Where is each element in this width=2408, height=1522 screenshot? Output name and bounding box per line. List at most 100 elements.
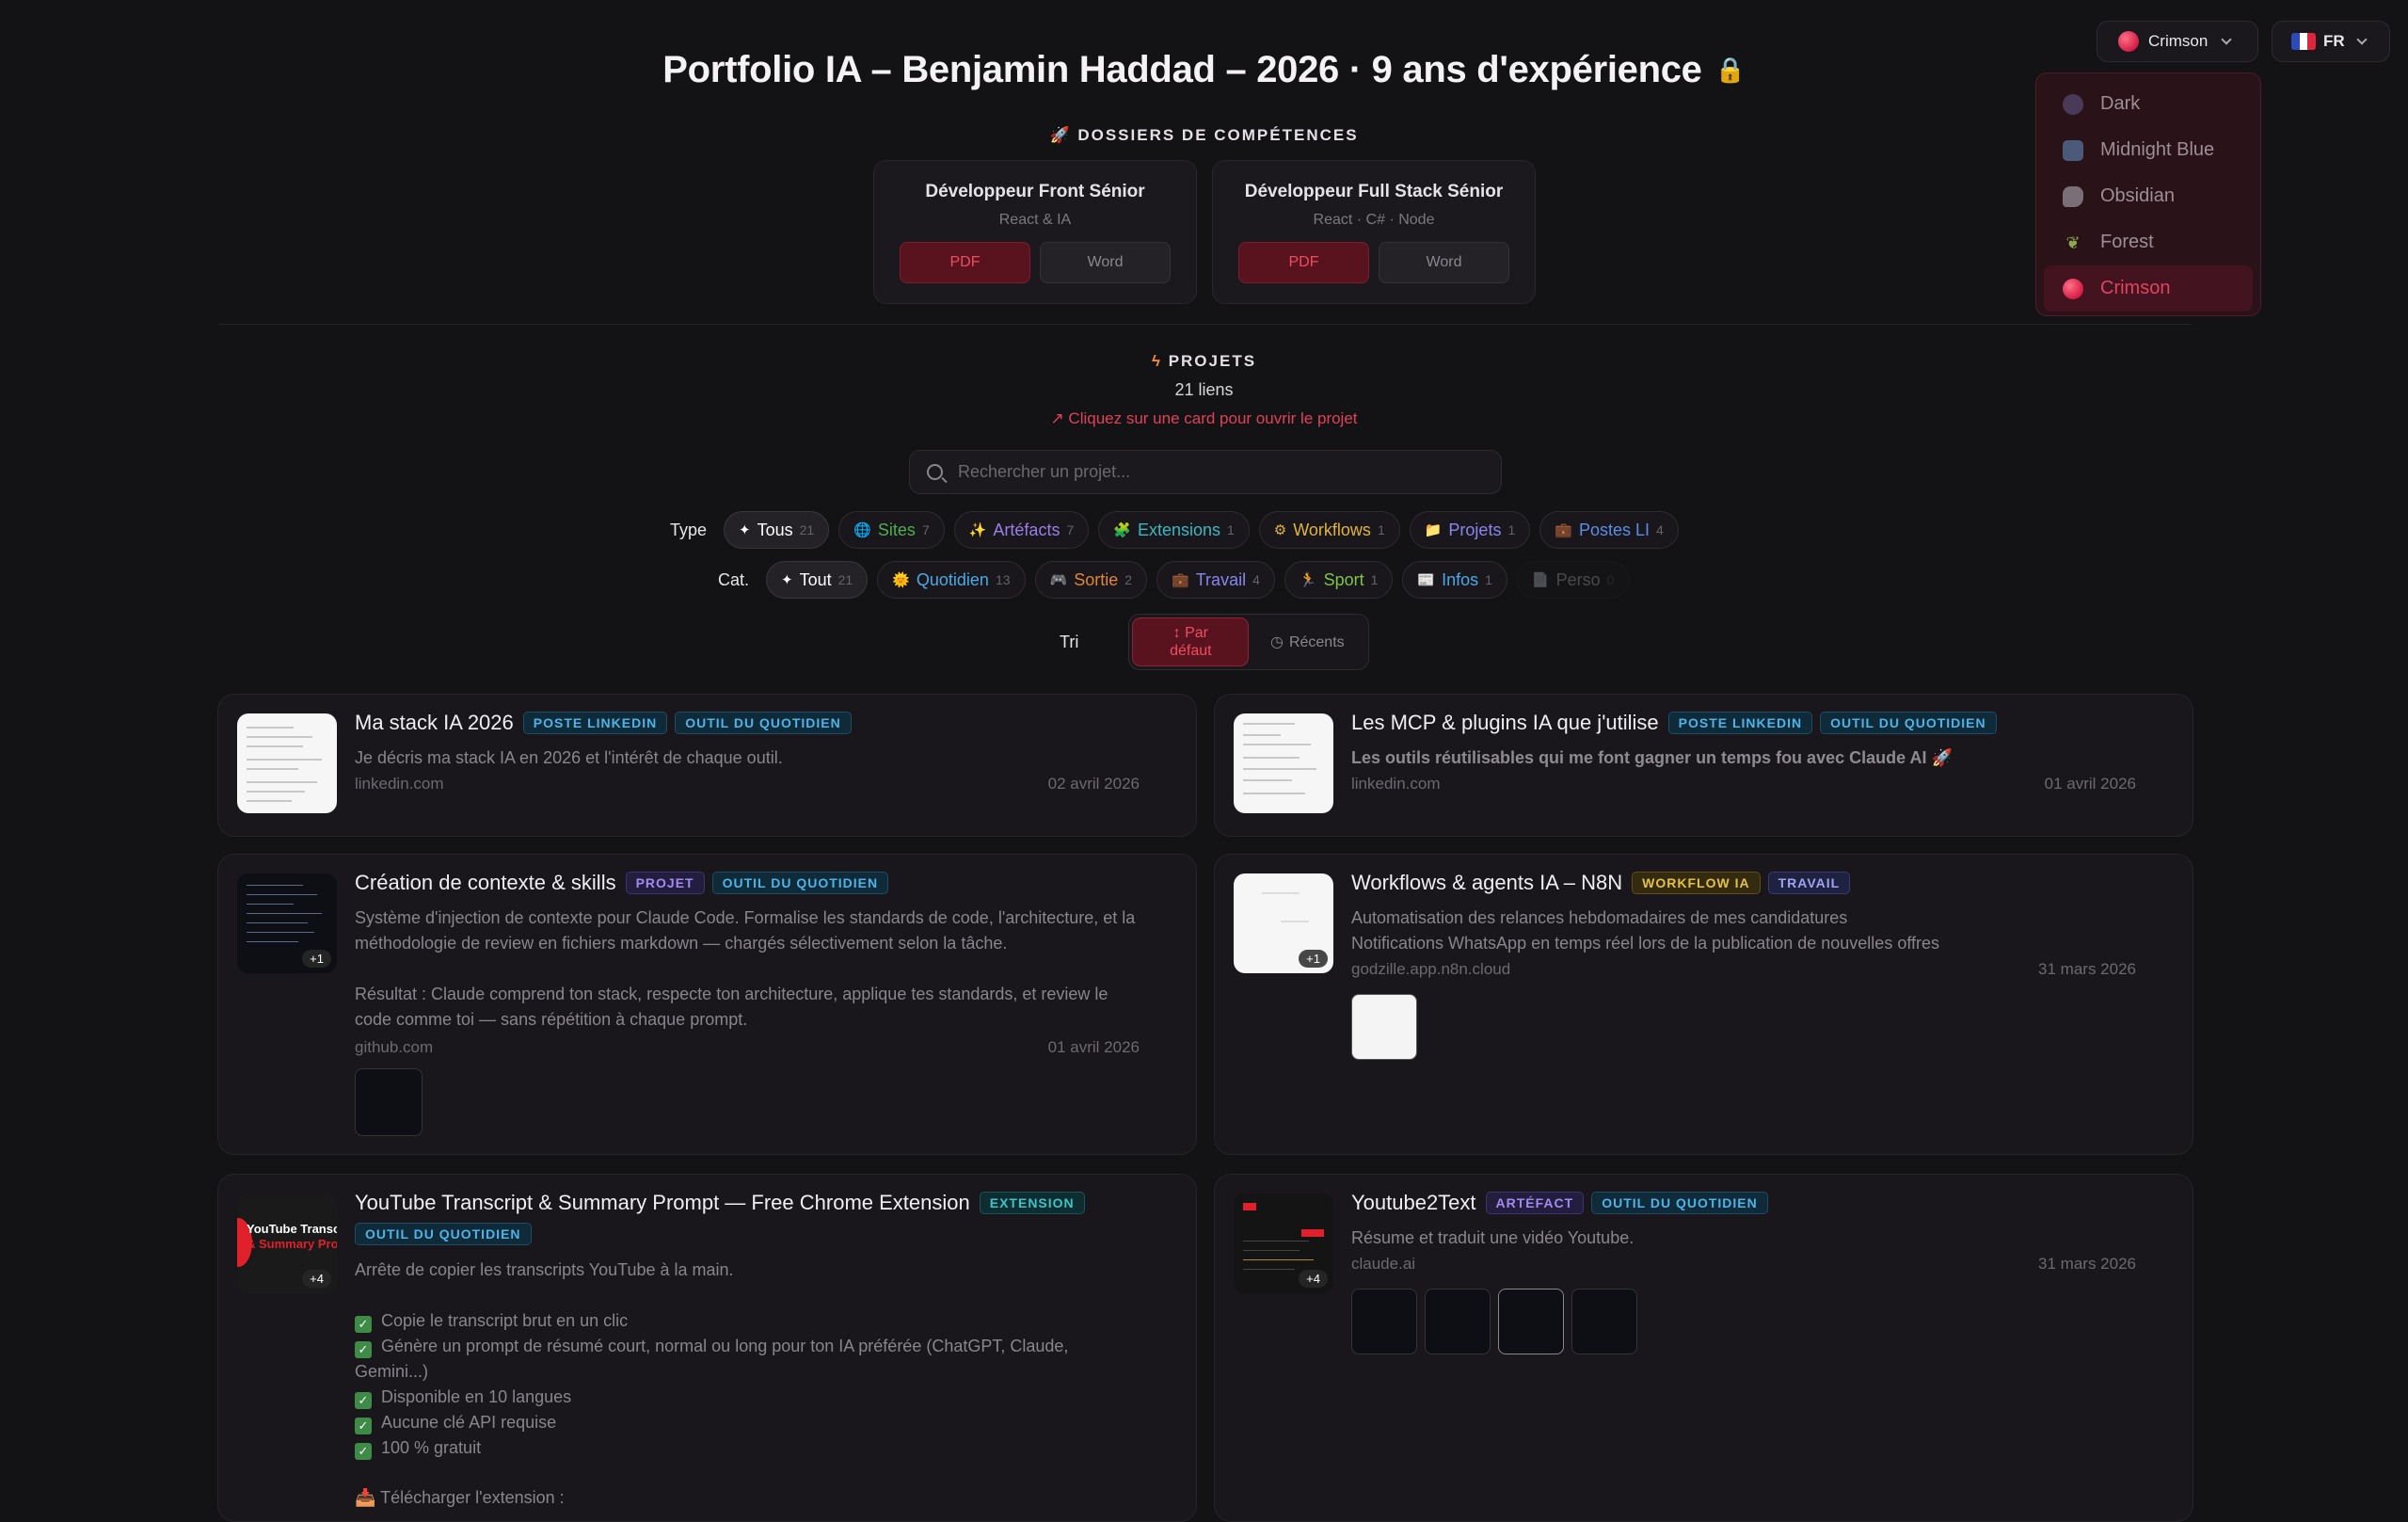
card-description: Résume et traduit une vidéo Youtube.	[1351, 1228, 1635, 1247]
pdf-button[interactable]: PDF	[1238, 242, 1369, 283]
type-chip-extensions[interactable]: 🧩 Extensions 1	[1098, 511, 1250, 549]
card-title: Youtube2Text	[1351, 1191, 1476, 1214]
project-card[interactable]: +4 Youtube2Text ARTÉFACT OUTIL DU QUOTID…	[1214, 1174, 2193, 1522]
rocket-icon: 🚀	[1049, 126, 1072, 144]
chevron-down-icon	[2356, 34, 2368, 45]
crimson-dot-icon	[2063, 278, 2083, 299]
card-date: 31 mars 2026	[2038, 960, 2136, 978]
type-chip-artefacts[interactable]: ✨ Artéfacts 7	[953, 511, 1090, 549]
cat-chip-perso[interactable]: 📄 Perso 0	[1516, 561, 1630, 599]
lock-icon: 🔒	[1714, 56, 1746, 84]
gallery-thumbnail[interactable]	[355, 1068, 423, 1136]
theme-item-obsidian[interactable]: Obsidian	[2044, 173, 2253, 219]
card-title: Les MCP & plugins IA que j'utilise	[1351, 711, 1659, 734]
tag-badge: POSTE LINKEDIN	[522, 712, 668, 734]
sort-recent-button[interactable]: ◷ Récents	[1249, 617, 1365, 666]
cat-chip-quotidien[interactable]: 🌞 Quotidien 13	[877, 561, 1026, 599]
card-thumbnail: YouTube Transcr & Summary Prom +4	[237, 1194, 337, 1293]
card-thumbnail	[237, 713, 337, 813]
project-card[interactable]: +1 Création de contexte & skills PROJET …	[217, 854, 1197, 1155]
tag-badge: OUTIL DU QUOTIDIEN	[675, 712, 852, 734]
divider	[218, 324, 2192, 325]
card-description-result: Résultat : Claude comprend ton stack, re…	[355, 985, 1108, 1029]
tag-badge: OUTIL DU QUOTIDIEN	[1820, 712, 1997, 734]
tag-badge: PROJET	[625, 872, 705, 894]
sort-default-button[interactable]: ↕ Par défaut	[1132, 617, 1250, 666]
image-count-badge: +4	[1299, 1270, 1328, 1288]
project-card[interactable]: Ma stack IA 2026 POSTE LINKEDIN OUTIL DU…	[217, 694, 1197, 837]
project-card[interactable]: Les MCP & plugins IA que j'utilise POSTE…	[1214, 694, 2193, 837]
language-selector-button[interactable]: FR	[2272, 21, 2390, 62]
cat-chip-all[interactable]: ✦ Tout 21	[766, 561, 869, 599]
card-domain: linkedin.com	[1351, 775, 1441, 793]
cat-chip-travail[interactable]: 💼 Travail 4	[1156, 561, 1275, 599]
obsidian-icon	[2063, 185, 2083, 207]
card-download-text: 📥 Télécharger l'extension :	[355, 1488, 565, 1507]
type-chip-all[interactable]: ✦ Tous 21	[724, 511, 830, 549]
card-title: Création de contexte & skills	[355, 871, 616, 894]
dossier-card-front: Développeur Front Sénior React & IA PDF …	[873, 160, 1197, 304]
type-chip-postes-li[interactable]: 💼 Postes LI 4	[1539, 511, 1679, 549]
card-domain: github.com	[355, 1038, 434, 1056]
card-title: Workflows & agents IA – N8N	[1351, 871, 1623, 894]
card-title: Ma stack IA 2026	[355, 711, 514, 734]
card-domain: godzille.app.n8n.cloud	[1351, 960, 1511, 978]
crimson-dot-icon	[2118, 31, 2139, 52]
card-description: Arrête de copier les transcripts YouTube…	[355, 1260, 734, 1279]
card-date: 31 mars 2026	[2038, 1255, 2136, 1273]
leaf-icon: ❦	[2065, 232, 2081, 252]
word-button[interactable]: Word	[1379, 242, 1509, 283]
gallery-thumbnail[interactable]	[1351, 1289, 1417, 1354]
dark-dot-icon	[2063, 93, 2083, 115]
tag-badge: OUTIL DU QUOTIDIEN	[355, 1223, 532, 1245]
chevron-down-icon	[2221, 34, 2232, 45]
project-card[interactable]: YouTube Transcr & Summary Prom +4 YouTub…	[217, 1174, 1197, 1522]
card-description: Système d'injection de contexte pour Cla…	[355, 908, 1136, 953]
card-checklist: ✓ Copie le transcript brut en un clic ✓ Gé…	[355, 1311, 1069, 1460]
cat-chip-infos[interactable]: 📰 Infos 1	[1402, 561, 1507, 599]
card-thumbnail: +1	[1234, 873, 1333, 973]
search-input[interactable]	[956, 461, 1483, 483]
projects-section-label: ϟ PROJETS	[1151, 352, 1257, 370]
word-button[interactable]: Word	[1040, 242, 1171, 283]
image-count-badge: +1	[302, 950, 331, 968]
check-icon: ✓	[355, 1316, 372, 1333]
tag-badge: TRAVAIL	[1767, 872, 1851, 894]
type-chip-sites[interactable]: 🌐 Sites 7	[838, 511, 945, 549]
gallery-thumbnail[interactable]	[1425, 1289, 1491, 1354]
card-title: YouTube Transcript & Summary Prompt — Fr…	[355, 1191, 970, 1214]
tag-badge: EXTENSION	[979, 1192, 1085, 1214]
pdf-button[interactable]: PDF	[900, 242, 1030, 283]
type-chip-workflows[interactable]: ⚙ Workflows 1	[1258, 511, 1400, 549]
tag-badge: OUTIL DU QUOTIDIEN	[1591, 1192, 1768, 1214]
card-domain: linkedin.com	[355, 775, 444, 793]
check-icon: ✓	[355, 1418, 372, 1434]
project-card[interactable]: +1 Workflows & agents IA – N8N WORKFLOW …	[1214, 854, 2193, 1155]
tag-badge: OUTIL DU QUOTIDIEN	[711, 872, 889, 894]
check-icon: ✓	[355, 1341, 372, 1358]
theme-item-crimson[interactable]: Crimson	[2044, 265, 2253, 312]
download-icon: 📥	[355, 1488, 376, 1507]
check-icon: ✓	[355, 1443, 372, 1460]
french-flag-icon	[2291, 33, 2316, 50]
cat-chip-sport[interactable]: 🏃 Sport 1	[1284, 561, 1394, 599]
sort-row: Tri ↕ Par défaut ◷ Récents	[1060, 614, 1370, 670]
gallery-thumbnail[interactable]	[1498, 1289, 1564, 1354]
theme-selector-button[interactable]: Crimson	[2097, 21, 2258, 62]
type-chip-projets[interactable]: 📁 Projets 1	[1409, 511, 1531, 549]
theme-item-dark[interactable]: Dark	[2044, 81, 2253, 127]
tag-badge: POSTE LINKEDIN	[1667, 712, 1813, 734]
dossiers-section-label: 🚀 DOSSIERS DE COMPÉTENCES	[1049, 126, 1359, 144]
card-domain: claude.ai	[1351, 1255, 1416, 1273]
cat-chip-sortie[interactable]: 🎮 Sortie 2	[1034, 561, 1148, 599]
card-description: Automatisation des relances hebdomadaire…	[1351, 908, 1848, 927]
card-thumbnail: +4	[1234, 1194, 1333, 1293]
gallery-thumbnail[interactable]	[1571, 1289, 1637, 1354]
card-date: 01 avril 2026	[2044, 775, 2136, 793]
gallery-thumbnail[interactable]	[1351, 994, 1417, 1060]
image-count-badge: +1	[1299, 950, 1328, 968]
theme-item-forest[interactable]: ❦ Forest	[2044, 219, 2253, 265]
card-date: 02 avril 2026	[1047, 775, 1140, 793]
card-description: Les outils réutilisables qui me font gag…	[1351, 748, 1953, 767]
theme-menu: Dark Midnight Blue Obsidian ❦ Forest Crim…	[2035, 72, 2261, 316]
